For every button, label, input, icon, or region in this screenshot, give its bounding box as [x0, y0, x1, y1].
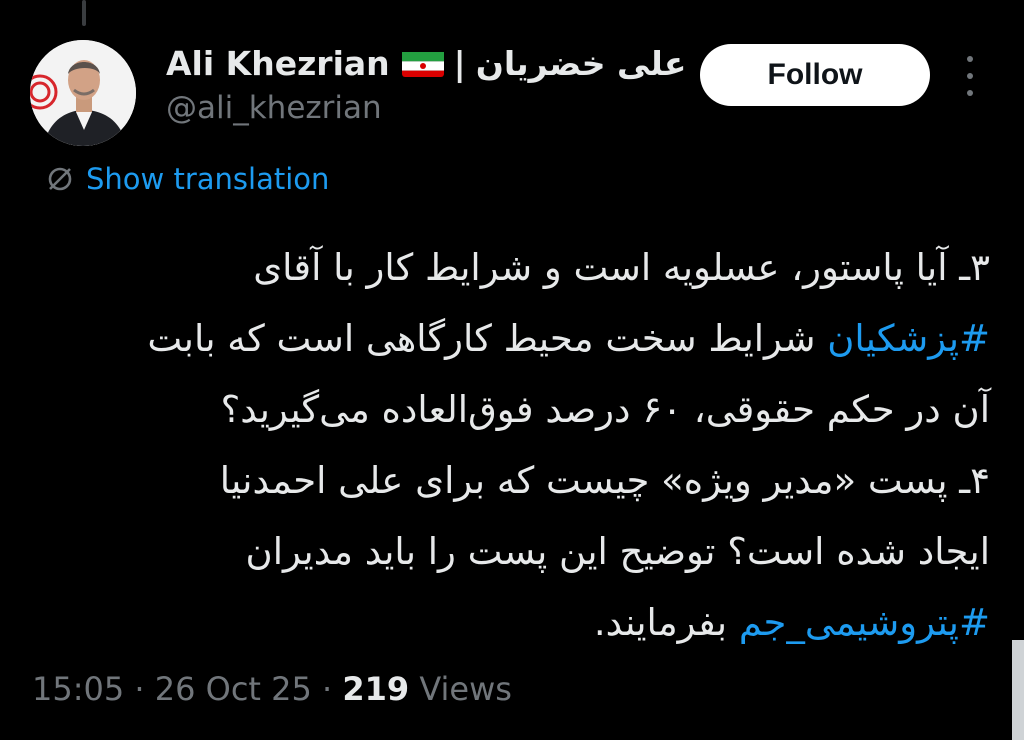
- name-separator: |: [453, 43, 466, 83]
- tweet-line: ایجاد شده است؟ توضیح این پست را باید مدی…: [245, 530, 990, 573]
- tweet-line-text: شرایط سخت محیط کارگاهی است که بابت: [147, 317, 828, 360]
- tweet-time[interactable]: 15:05: [32, 670, 124, 708]
- hashtag-link[interactable]: #پتروشیمی_جم: [739, 601, 990, 644]
- tweet-date[interactable]: 26 Oct 25: [155, 670, 312, 708]
- tweet-line: ۴ـ پست «مدیر ویژه» چیست که برای علی احمد…: [219, 459, 990, 502]
- avatar-photo: [30, 40, 136, 146]
- meta-separator: ·: [311, 670, 343, 708]
- show-translation-label: Show translation: [86, 162, 330, 196]
- show-translation-link[interactable]: Show translation: [44, 162, 329, 196]
- thread-connector-line: [82, 0, 86, 26]
- more-dot: [967, 90, 973, 96]
- more-dot: [967, 73, 973, 79]
- more-icon[interactable]: [958, 56, 982, 96]
- views-label: Views: [409, 670, 512, 708]
- tweet-line: ۳ـ آیا پاستور، عسلویه است و شرایط کار با…: [253, 246, 990, 289]
- tweet-meta: 15:05 · 26 Oct 25 · 219 Views: [32, 670, 512, 708]
- tweet-header: Ali Khezrian | علی خضریان @ali_khezrian: [166, 40, 686, 127]
- meta-separator: ·: [124, 670, 155, 708]
- tweet-line: #پزشکیان شرایط سخت محیط کارگاهی است که ب…: [40, 303, 990, 374]
- author-name-persian: علی خضریان: [475, 43, 687, 83]
- tweet-line: آن در حکم حقوقی، ۶۰ درصد فوق‌العاده می‌گ…: [220, 388, 990, 431]
- scrollbar[interactable]: [1012, 640, 1024, 740]
- translate-icon: [48, 167, 72, 191]
- more-dot: [967, 56, 973, 62]
- hashtag-link[interactable]: #پزشکیان: [827, 317, 990, 360]
- avatar[interactable]: [30, 40, 136, 146]
- tweet-line: #پتروشیمی_جم بفرمایند.: [40, 587, 990, 658]
- iran-flag-icon: [401, 49, 444, 77]
- author-handle[interactable]: @ali_khezrian: [166, 90, 686, 126]
- tweet-text: ۳ـ آیا پاستور، عسلویه است و شرایط کار با…: [40, 232, 990, 658]
- tweet-line-text: بفرمایند.: [593, 601, 739, 644]
- author-display-name[interactable]: Ali Khezrian: [166, 44, 390, 83]
- follow-button[interactable]: Follow: [700, 44, 930, 106]
- author-name-row[interactable]: Ali Khezrian | علی خضریان: [166, 40, 686, 86]
- views-count: 219: [342, 670, 410, 708]
